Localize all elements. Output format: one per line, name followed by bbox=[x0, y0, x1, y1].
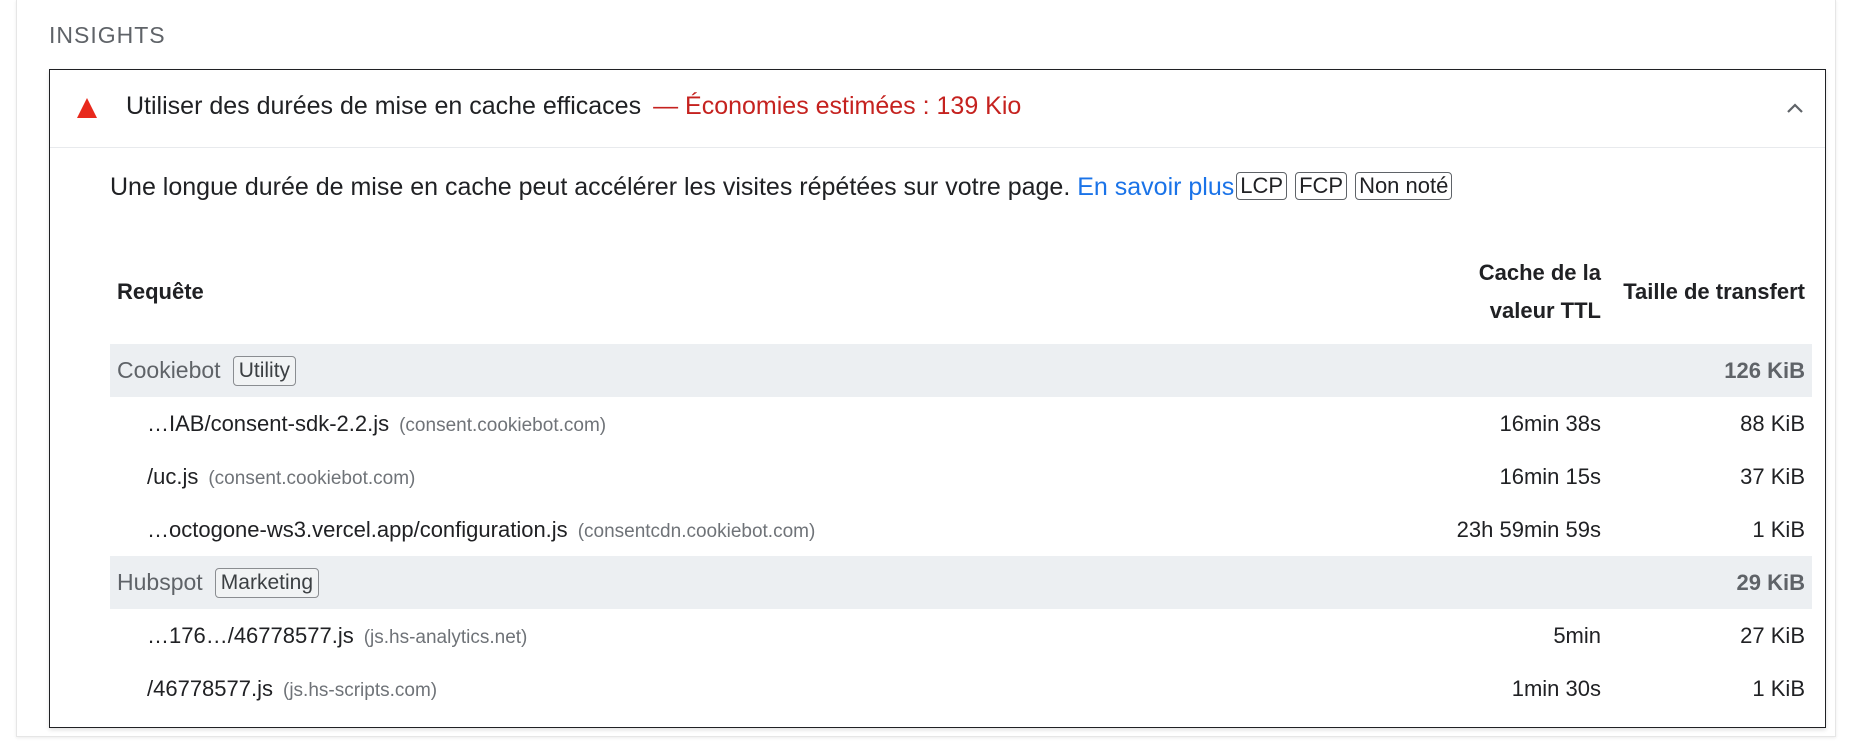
url-cell: …176…/46778577.js (js.hs-analytics.net) bbox=[110, 609, 1444, 662]
ttl-cell: 23h 59min 59s bbox=[1456, 516, 1601, 542]
size-cell: 1 KiB bbox=[1752, 516, 1805, 542]
table-row: …IAB/consent-sdk-2.2.js (consent.cookiebo… bbox=[110, 397, 1812, 450]
url-host: (consentcdn.cookiebot.com) bbox=[577, 520, 816, 542]
url-host: (consent.cookiebot.com) bbox=[208, 467, 416, 489]
size-cell: 88 KiB bbox=[1740, 410, 1805, 436]
tag-not-scored: Non noté bbox=[1355, 172, 1453, 200]
audit-title: Utiliser des durées de mise en cache eff… bbox=[126, 92, 1021, 121]
fail-triangle-icon bbox=[77, 98, 97, 118]
ttl-cell: 1min 30s bbox=[1511, 675, 1601, 701]
group-ttl-cell bbox=[1444, 344, 1608, 397]
size-cell: 37 KiB bbox=[1740, 463, 1805, 489]
group-cell: Hubspot Marketing bbox=[110, 556, 1444, 609]
description-text: Une longue durée de mise en cache peut a… bbox=[110, 173, 1071, 201]
group-size: 126 KiB bbox=[1608, 344, 1812, 397]
group-name: Hubspot bbox=[117, 568, 203, 595]
header-request: Requête bbox=[117, 279, 204, 304]
table-row: /uc.js (consent.cookiebot.com) 16min 15s … bbox=[110, 450, 1812, 503]
header-cache-ttl: Cache de la valeur TTL bbox=[1444, 240, 1608, 344]
url-host: (consent.cookiebot.com) bbox=[399, 414, 607, 436]
ttl-cell: 16min 15s bbox=[1499, 463, 1601, 489]
learn-more-link[interactable]: En savoir plus bbox=[1077, 173, 1234, 201]
audit-header[interactable]: Utiliser des durées de mise en cache eff… bbox=[50, 70, 1825, 148]
url-text[interactable]: …octogone-ws3.vercel.app/configuration.j… bbox=[147, 517, 568, 542]
chevron-up-icon[interactable] bbox=[1783, 96, 1807, 120]
url-text[interactable]: /uc.js bbox=[147, 464, 198, 489]
url-text[interactable]: …176…/46778577.js bbox=[147, 623, 354, 648]
table-header-row: Requête Cache de la valeur TTL Taille de… bbox=[110, 240, 1812, 344]
group-ttl-cell bbox=[1444, 556, 1608, 609]
group-row-cookiebot: Cookiebot Utility 126 KiB bbox=[110, 344, 1812, 397]
header-ttl-line1: Cache de la bbox=[1478, 260, 1601, 285]
url-cell: …IAB/consent-sdk-2.2.js (consent.cookiebo… bbox=[110, 397, 1444, 450]
header-transfer-size: Taille de transfert bbox=[1623, 279, 1805, 304]
group-row-hubspot: Hubspot Marketing 29 KiB bbox=[110, 556, 1812, 609]
audit-title-text: Utiliser des durées de mise en cache eff… bbox=[126, 92, 642, 120]
ttl-cell: 5min bbox=[1553, 622, 1601, 648]
header-ttl-line2: valeur TTL bbox=[1489, 298, 1601, 323]
tag-fcp: FCP bbox=[1295, 172, 1348, 200]
table-row: …octogone-ws3.vercel.app/configuration.j… bbox=[110, 503, 1812, 556]
url-host: (js.hs-scripts.com) bbox=[283, 679, 438, 701]
url-host: (js.hs-analytics.net) bbox=[363, 626, 528, 648]
tag-lcp: LCP bbox=[1236, 172, 1288, 200]
table-row: …176…/46778577.js (js.hs-analytics.net) 5… bbox=[110, 609, 1812, 662]
url-cell: /uc.js (consent.cookiebot.com) bbox=[110, 450, 1444, 503]
section-title: INSIGHTS bbox=[49, 22, 166, 48]
size-cell: 27 KiB bbox=[1740, 622, 1805, 648]
group-tag: Marketing bbox=[214, 567, 319, 598]
group-size: 29 KiB bbox=[1608, 556, 1812, 609]
group-name: Cookiebot bbox=[117, 356, 221, 383]
audit-description: Une longue durée de mise en cache peut a… bbox=[110, 172, 1453, 202]
audit-savings: — Économies estimées : 139 Kio bbox=[653, 92, 1022, 120]
group-tag: Utility bbox=[232, 355, 297, 386]
group-cell: Cookiebot Utility bbox=[110, 344, 1444, 397]
insights-panel: INSIGHTS Utiliser des durées de mise en … bbox=[16, 0, 1836, 737]
url-cell: /46778577.js (js.hs-scripts.com) bbox=[110, 662, 1444, 715]
table-row: /46778577.js (js.hs-scripts.com) 1min 30s… bbox=[110, 662, 1812, 715]
ttl-cell: 16min 38s bbox=[1499, 410, 1601, 436]
details-table: Requête Cache de la valeur TTL Taille de… bbox=[110, 240, 1812, 715]
url-text[interactable]: …IAB/consent-sdk-2.2.js bbox=[147, 411, 389, 436]
size-cell: 1 KiB bbox=[1752, 675, 1805, 701]
url-cell: …octogone-ws3.vercel.app/configuration.j… bbox=[110, 503, 1444, 556]
audit-cache-ttl: Utiliser des durées de mise en cache eff… bbox=[49, 69, 1826, 728]
url-text[interactable]: /46778577.js bbox=[147, 676, 273, 701]
